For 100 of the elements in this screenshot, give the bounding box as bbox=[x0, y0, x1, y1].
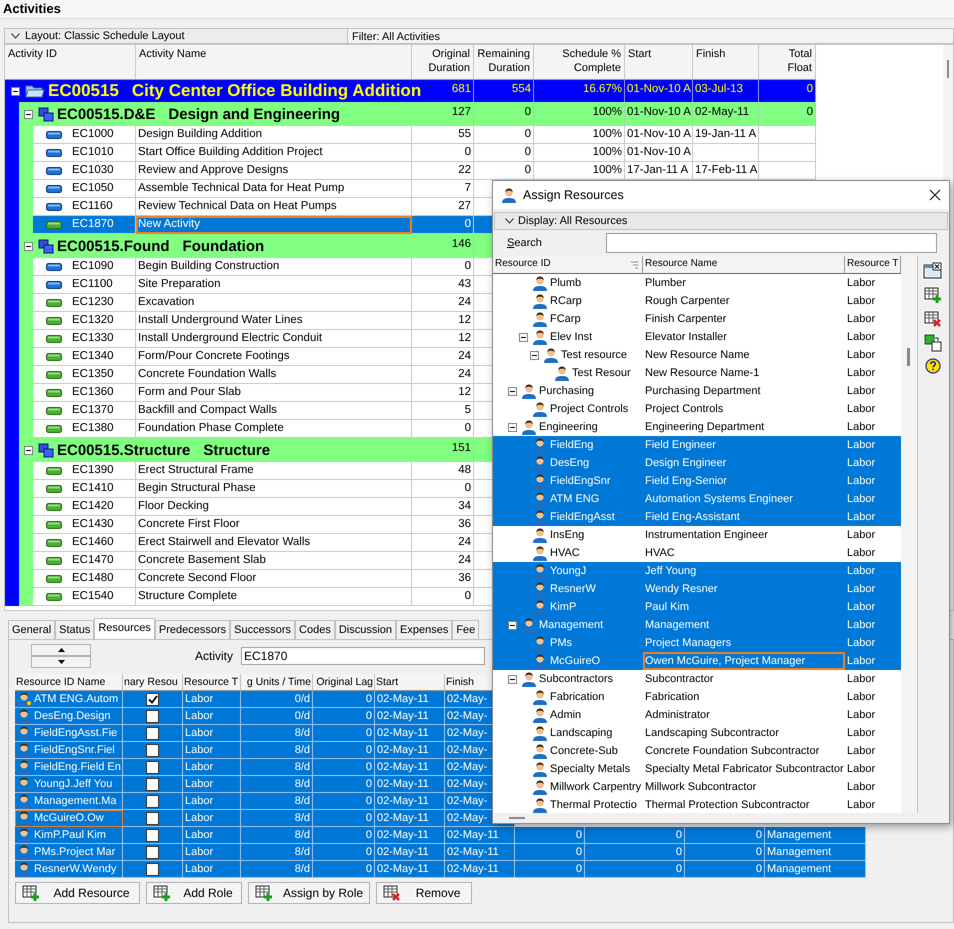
column-header[interactable]: Total Float bbox=[759, 45, 816, 79]
column-header[interactable]: Start bbox=[625, 45, 693, 79]
checkbox[interactable] bbox=[146, 846, 159, 858]
tree-row[interactable]: FCarp Finish Carpenter Labor bbox=[493, 310, 901, 328]
tab[interactable]: Discussion bbox=[334, 620, 396, 639]
table-cell[interactable]: EC1420 bbox=[33, 498, 136, 516]
table-cell[interactable]: Assemble Technical Data for Heat Pump bbox=[136, 180, 412, 198]
collapse-icon[interactable] bbox=[24, 242, 33, 250]
tree-row[interactable]: FieldEngAsst Field Eng-Assistant Labor bbox=[493, 508, 901, 526]
toolbar-button[interactable]: Remove bbox=[376, 882, 472, 904]
tree-row[interactable]: Test Resour New Resource Name-1 Labor bbox=[493, 364, 901, 382]
table-cell[interactable]: EC1050 bbox=[33, 180, 136, 198]
column-header[interactable]: Original Duration bbox=[412, 45, 474, 79]
column-header[interactable]: Activity Name bbox=[136, 45, 412, 79]
tree-row[interactable]: ResnerW Wendy Resner Labor bbox=[493, 580, 901, 598]
table-cell[interactable]: EC1030 bbox=[33, 162, 136, 180]
table-cell[interactable]: EC1320 bbox=[33, 312, 136, 330]
column-header[interactable]: Start bbox=[375, 674, 445, 690]
display-dropdown[interactable]: Display: All Resources bbox=[494, 212, 948, 230]
table-cell[interactable]: McGuireO.Ow bbox=[15, 810, 123, 827]
tree-row[interactable]: ATM ENG Automation Systems Engineer Labor bbox=[493, 490, 901, 508]
table-cell[interactable]: EC1230 bbox=[33, 294, 136, 312]
column-header[interactable]: Finish bbox=[693, 45, 759, 79]
tree-row[interactable]: Plumb Plumber Labor bbox=[493, 274, 901, 292]
table-cell[interactable]: Form/Pour Concrete Footings bbox=[136, 348, 412, 366]
column-header[interactable]: Remaining Duration bbox=[474, 45, 534, 79]
table-cell[interactable]: EC1390 bbox=[33, 462, 136, 480]
replace-icon[interactable] bbox=[924, 334, 942, 352]
table-cell[interactable]: Structure Complete bbox=[136, 588, 412, 606]
table-cell[interactable]: EC1370 bbox=[33, 402, 136, 420]
search-field[interactable] bbox=[606, 233, 937, 253]
collapse-icon[interactable] bbox=[508, 674, 517, 684]
tree-row[interactable]: Engineering Engineering Department Labor bbox=[493, 418, 901, 436]
wbs-heading[interactable]: EC00515.D&E Design and Engineering bbox=[19, 102, 412, 126]
table-cell[interactable]: EC1010 bbox=[33, 144, 136, 162]
layout-dropdown[interactable]: Layout: Classic Schedule Layout bbox=[4, 28, 348, 44]
table-cell[interactable]: EC1100 bbox=[33, 276, 136, 294]
table-cell[interactable]: YoungJ.Jeff You bbox=[15, 776, 123, 793]
table-cell[interactable]: Site Preparation bbox=[136, 276, 412, 294]
checkbox[interactable] bbox=[146, 710, 159, 722]
table-cell[interactable]: EC1480 bbox=[33, 570, 136, 588]
tree-row[interactable]: InsEng Instrumentation Engineer Labor bbox=[493, 526, 901, 544]
table-cell[interactable]: EC1360 bbox=[33, 384, 136, 402]
project-row[interactable]: EC00515 City Center Office Building Addition 681 554 16.67% 01-Nov-10 A 03-Jul-13 0 bbox=[5, 80, 816, 102]
table-cell[interactable]: Erect Stairwell and Elevator Walls bbox=[136, 534, 412, 552]
table-cell[interactable]: EC1540 bbox=[33, 588, 136, 606]
tree-row[interactable]: Management Management Labor bbox=[493, 616, 901, 634]
close-panel-icon[interactable] bbox=[923, 262, 943, 280]
tab[interactable]: Status bbox=[55, 620, 94, 639]
table-cell[interactable]: EC1330 bbox=[33, 330, 136, 348]
tab[interactable]: Resources bbox=[94, 618, 155, 639]
table-cell[interactable]: Review and Approve Designs bbox=[136, 162, 412, 180]
table-cell[interactable]: Design Building Addition bbox=[136, 126, 412, 144]
tab[interactable]: General bbox=[8, 620, 56, 639]
tab[interactable]: Predecessors bbox=[154, 620, 230, 639]
column-header[interactable]: Original Lag bbox=[313, 674, 375, 690]
collapse-icon[interactable] bbox=[508, 386, 517, 396]
tab[interactable]: Fee bbox=[452, 620, 480, 639]
table-cell[interactable]: Management.Ma bbox=[15, 793, 123, 810]
checkbox[interactable] bbox=[146, 794, 159, 808]
tree-row[interactable]: PMs Project Managers Labor bbox=[493, 634, 901, 652]
collapse-icon[interactable] bbox=[11, 86, 20, 96]
wbs-heading[interactable]: EC00515.Found Foundation bbox=[19, 234, 412, 258]
tree-row[interactable]: Test resource New Resource Name Labor bbox=[493, 346, 901, 364]
toolbar-button[interactable]: Add Role bbox=[146, 882, 242, 904]
collapse-icon[interactable] bbox=[530, 350, 539, 360]
table-cell[interactable]: EC1410 bbox=[33, 480, 136, 498]
checkbox[interactable] bbox=[146, 862, 159, 876]
table-cell[interactable]: EC1090 bbox=[33, 258, 136, 276]
collapse-icon[interactable] bbox=[508, 422, 517, 432]
table-cell[interactable]: FieldEng.Field En bbox=[15, 759, 123, 776]
table-cell[interactable]: Start Office Building Addition Project bbox=[136, 144, 412, 162]
column-header[interactable]: Schedule % Complete bbox=[534, 45, 625, 79]
table-cell[interactable]: FieldEngSnr.Fiel bbox=[15, 742, 123, 759]
table-cell[interactable]: Floor Decking bbox=[136, 498, 412, 516]
column-header[interactable]: nary Resou bbox=[123, 674, 183, 690]
tree-row[interactable]: HVAC HVAC Labor bbox=[493, 544, 901, 562]
tab[interactable]: Codes bbox=[295, 620, 335, 639]
move-up-button[interactable] bbox=[31, 644, 91, 656]
column-header[interactable]: Resource ID Name bbox=[15, 674, 123, 690]
collapse-icon[interactable] bbox=[24, 110, 33, 118]
tree-row[interactable]: Purchasing Purchasing Department Labor bbox=[493, 382, 901, 400]
tree-row[interactable]: RCarp Rough Carpenter Labor bbox=[493, 292, 901, 310]
table-cell[interactable]: PMs.Project Mar bbox=[15, 844, 123, 861]
tree-row[interactable]: KimP Paul Kim Labor bbox=[493, 598, 901, 616]
tab[interactable]: Expenses bbox=[396, 620, 452, 639]
column-header[interactable]: g Units / Time bbox=[241, 674, 313, 690]
table-cell[interactable]: EC1350 bbox=[33, 366, 136, 384]
tree-row[interactable]: Project Controls Project Controls Labor bbox=[493, 400, 901, 418]
table-cell[interactable]: EC1000 bbox=[33, 126, 136, 144]
toolbar-button[interactable]: Add Resource bbox=[15, 882, 140, 904]
collapse-icon[interactable] bbox=[519, 332, 528, 342]
column-header[interactable]: Resource Name bbox=[643, 256, 845, 273]
close-icon[interactable] bbox=[929, 189, 941, 201]
activity-field[interactable]: EC1870 bbox=[241, 647, 486, 665]
scrollbar-thumb[interactable] bbox=[907, 348, 910, 366]
table-cell[interactable]: KimP.Paul Kim bbox=[15, 827, 123, 844]
table-cell[interactable]: New Activity bbox=[136, 216, 412, 234]
collapse-icon[interactable] bbox=[24, 446, 33, 454]
table-cell[interactable]: Concrete Foundation Walls bbox=[136, 366, 412, 384]
